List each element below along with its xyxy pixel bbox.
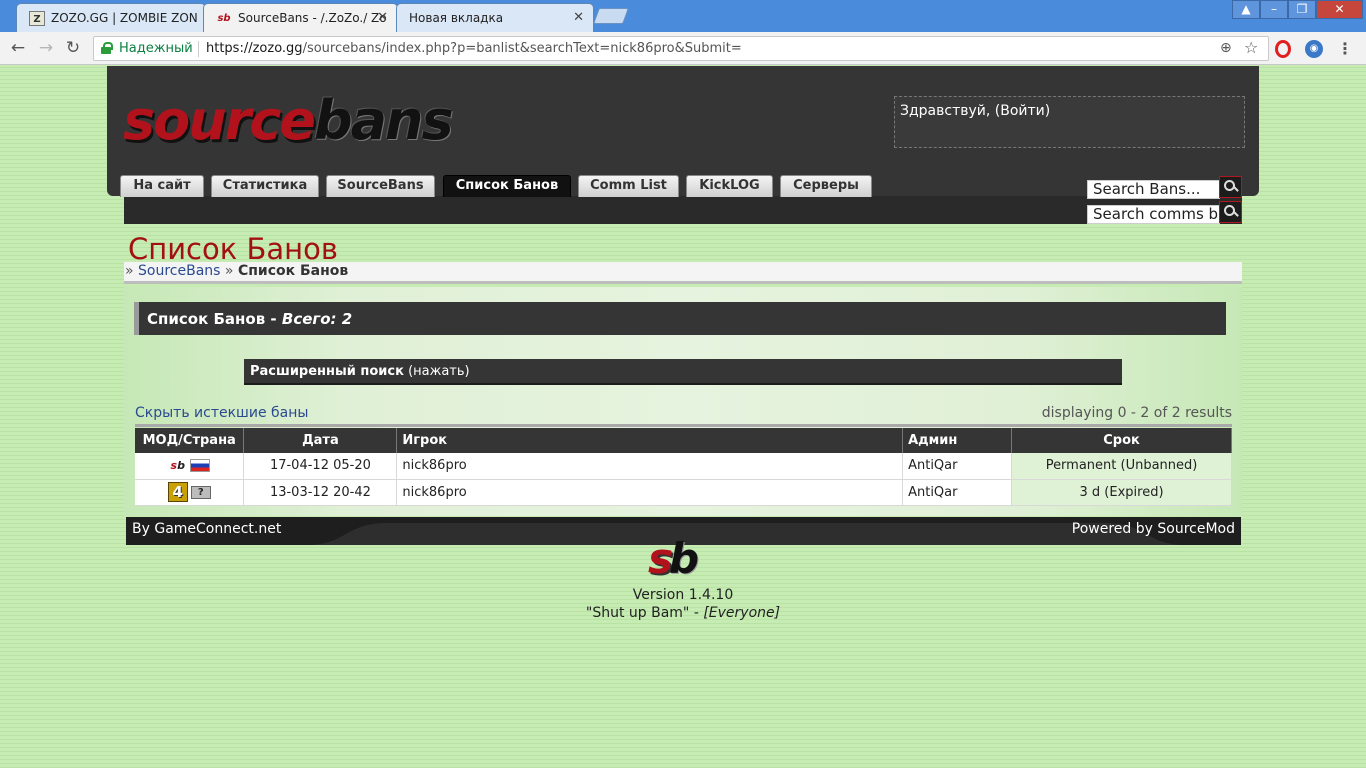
ban-table: МОД/Страна Дата Игрок Админ Срок sb 17-0…	[135, 428, 1232, 506]
nav-strip	[124, 196, 1242, 224]
browser-tab-bar: Z ZOZO.GG | ZOMBIE ZON sb SourceBans - /…	[0, 0, 1366, 33]
search-comms-input[interactable]: Search comms b	[1087, 205, 1220, 224]
admin-cell: AntiQar	[902, 479, 1013, 506]
column-header-admin[interactable]: Админ	[902, 428, 1013, 453]
breadcrumb: » SourceBans » Список Банов	[124, 262, 1242, 284]
search-comms-button[interactable]	[1219, 201, 1242, 223]
maximize-button[interactable]: ❐	[1288, 0, 1316, 19]
user-profile-button[interactable]: ▲	[1232, 0, 1260, 19]
l4d-mod-icon: 4	[167, 482, 188, 502]
sb-footer-logo: sb	[648, 534, 699, 583]
unknown-flag-icon: ?	[190, 485, 211, 499]
greeting-text: Здравствуй,	[900, 103, 991, 119]
column-header-length[interactable]: Срок	[1011, 428, 1232, 453]
sourcebans-favicon-icon: sb	[217, 13, 231, 24]
login-link[interactable]: (Войти)	[995, 103, 1050, 119]
footer-credit-right[interactable]: Powered by SourceMod	[1072, 521, 1235, 537]
tab-title: ZOZO.GG | ZOMBIE ZON	[51, 11, 198, 25]
nav-tab-stats[interactable]: Статистика	[211, 175, 319, 197]
nav-tab-banlist[interactable]: Список Банов	[443, 175, 571, 197]
mod-country-cell: sb	[135, 453, 245, 480]
secure-label: Надежный	[119, 41, 193, 56]
address-divider	[198, 41, 199, 57]
nav-tab-sourcebans[interactable]: SourceBans	[326, 175, 435, 197]
advanced-search-toggle[interactable]: Расширенный поиск (нажать)	[244, 359, 1122, 385]
breadcrumb-link-sourcebans[interactable]: SourceBans	[138, 263, 220, 279]
page-title: Список Банов	[128, 232, 338, 266]
extension-icon[interactable]: ◉	[1305, 40, 1323, 58]
zoom-icon[interactable]: ⊕	[1220, 40, 1232, 56]
url-text[interactable]: https://zozo.gg/sourcebans/index.php?p=b…	[206, 41, 742, 56]
close-window-button[interactable]: ✕	[1316, 0, 1363, 19]
browser-tab-new[interactable]: Новая вкладка ✕	[396, 3, 594, 32]
russia-flag-icon	[189, 459, 210, 473]
zozo-favicon-icon: Z	[29, 11, 45, 26]
browser-tab-sourcebans[interactable]: sb SourceBans - /.ZoZo./ Zo ✕	[203, 3, 398, 33]
results-count: displaying 0 - 2 of 2 results	[1041, 405, 1232, 421]
admin-cell: AntiQar	[902, 453, 1013, 480]
nav-tab-kicklog[interactable]: KickLOG	[686, 175, 773, 197]
mod-country-cell: 4 ?	[135, 479, 245, 506]
tab-close-icon[interactable]: ✕	[573, 10, 584, 25]
minimize-button[interactable]: –	[1260, 0, 1288, 19]
opera-icon[interactable]	[1275, 40, 1291, 58]
reload-icon[interactable]: ↻	[63, 38, 83, 58]
column-header-player[interactable]: Игрок	[396, 428, 904, 453]
content-area: Список Банов - Всего: 2 Расширенный поис…	[124, 287, 1242, 516]
lock-icon	[101, 42, 113, 54]
back-arrow-icon[interactable]: ←	[8, 38, 28, 58]
table-header-row: МОД/Страна Дата Игрок Админ Срок	[135, 428, 1232, 453]
footer-wave-decoration	[306, 523, 1186, 545]
sourcebans-mod-icon: sb	[170, 459, 185, 473]
banlist-box-header: Список Банов - Всего: 2	[134, 302, 1226, 335]
date-cell: 17-04-12 05-20	[243, 453, 398, 480]
quote-line: "Shut up Bam" - [Everyone]	[585, 605, 781, 621]
footer-credit-left[interactable]: By GameConnect.net	[132, 521, 281, 537]
menu-icon[interactable]: ⋮	[1336, 40, 1354, 58]
sourcebans-logo[interactable]: sourcebans	[123, 90, 454, 152]
login-box: Здравствуй, (Войти)	[894, 96, 1245, 148]
table-row[interactable]: 4 ? 13-03-12 20-42 nick86pro AntiQar 3 d…	[135, 479, 1232, 506]
tab-title: SourceBans - /.ZoZo./ Zo	[238, 11, 387, 25]
tab-close-icon[interactable]: ✕	[377, 10, 388, 25]
new-tab-button[interactable]	[593, 8, 629, 24]
forward-arrow-icon[interactable]: →	[36, 38, 56, 58]
breadcrumb-current: Список Банов	[237, 263, 349, 279]
table-divider	[135, 424, 1232, 427]
address-bar[interactable]: Надежный https://zozo.gg/sourcebans/inde…	[93, 36, 1269, 61]
search-bans-input[interactable]: Search Bans...	[1087, 180, 1220, 199]
hide-expired-link[interactable]: Скрыть истекшие баны	[135, 405, 308, 421]
browser-toolbar: ← → ↻ Надежный https://zozo.gg/sourceban…	[0, 32, 1366, 65]
browser-tab-zozo[interactable]: Z ZOZO.GG | ZOMBIE ZON	[16, 3, 206, 32]
player-cell: nick86pro	[396, 479, 904, 506]
nav-tab-servers[interactable]: Серверы	[780, 175, 872, 197]
nav-tab-home[interactable]: На сайт	[120, 175, 204, 197]
bookmark-star-icon[interactable]: ☆	[1244, 38, 1258, 57]
length-cell: 3 d (Expired)	[1011, 479, 1232, 506]
column-header-mod-country[interactable]: МОД/Страна	[135, 428, 245, 453]
player-cell: nick86pro	[396, 453, 904, 480]
date-cell: 13-03-12 20-42	[243, 479, 398, 506]
tab-title: Новая вкладка	[409, 11, 504, 25]
nav-tab-commlist[interactable]: Comm List	[578, 175, 679, 197]
total-count: Всего: 2	[281, 310, 353, 328]
version-text: Version 1.4.10	[632, 587, 734, 603]
column-header-date[interactable]: Дата	[243, 428, 398, 453]
length-cell: Permanent (Unbanned)	[1011, 453, 1232, 480]
table-row[interactable]: sb 17-04-12 05-20 nick86pro AntiQar Perm…	[135, 453, 1232, 480]
search-bans-button[interactable]	[1219, 176, 1242, 198]
version-info: Version 1.4.10 "Shut up Bam" - [Everyone…	[0, 586, 1366, 622]
